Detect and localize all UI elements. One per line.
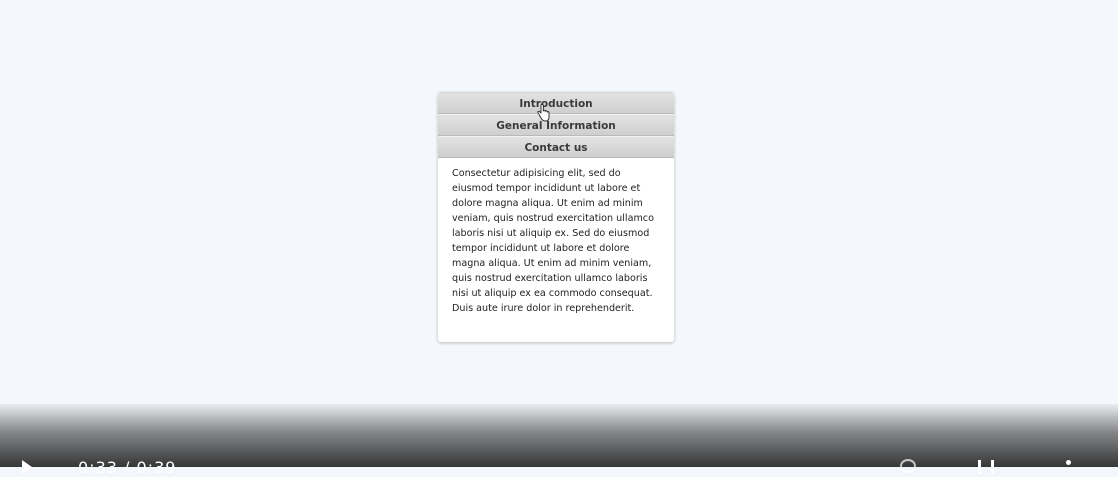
video-frame: Introduction General Information Contact…	[0, 0, 1118, 404]
time-display: 0:33 / 0:39	[78, 458, 177, 477]
play-icon[interactable]	[22, 460, 32, 474]
more-icon[interactable]	[1066, 460, 1071, 465]
volume-icon[interactable]	[900, 459, 916, 473]
fullscreen-icon[interactable]	[978, 460, 994, 474]
video-player-controls: 0:33 / 0:39	[0, 404, 1118, 477]
accordion-header-general-information[interactable]: General Information	[438, 114, 674, 136]
accordion-header-introduction[interactable]: Introduction	[438, 92, 674, 114]
accordion: Introduction General Information Contact…	[438, 92, 674, 342]
accordion-header-contact-us[interactable]: Contact us	[438, 136, 674, 158]
accordion-panel-content: Consectetur adipisicing elit, sed do eiu…	[438, 158, 674, 342]
hand-pointer-icon	[537, 104, 550, 122]
